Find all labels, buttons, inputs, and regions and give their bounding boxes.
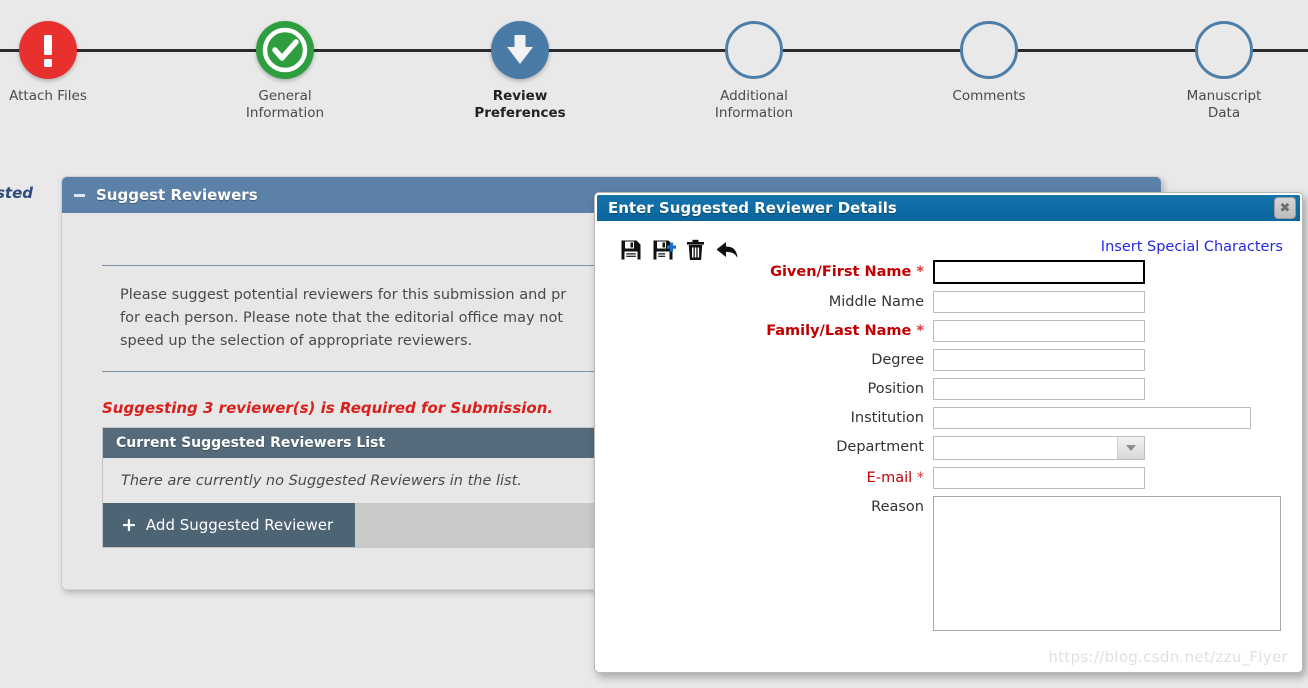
add-suggested-reviewer-label: Add Suggested Reviewer [145, 516, 334, 534]
stepper-step-additional-information[interactable]: Additional Information [674, 0, 834, 121]
minus-icon[interactable] [74, 193, 85, 197]
form-row-department: Department [595, 436, 1302, 460]
form-row-position: Position [595, 378, 1302, 400]
department-select-input[interactable] [934, 437, 1117, 459]
label-given-first-name: Given/First Name * [770, 264, 924, 280]
dialog-title: Enter Suggested Reviewer Details [608, 199, 897, 217]
stepper-label-manuscript-data: Manuscript Data [1186, 88, 1262, 121]
email-input[interactable] [933, 467, 1145, 489]
dialog-titlebar[interactable]: Enter Suggested Reviewer Details ✖ [595, 193, 1302, 223]
truncated-side-label: sted [0, 184, 34, 202]
stepper-step-review-preferences[interactable]: Review Preferences [440, 0, 600, 121]
stepper-label-review-preferences: Review Preferences [474, 88, 566, 121]
enter-suggested-reviewer-details-dialog: Enter Suggested Reviewer Details ✖ Inser… [594, 192, 1303, 673]
form-row-middle-name: Middle Name [595, 291, 1302, 313]
stepper-step-comments[interactable]: Comments [909, 0, 1069, 105]
label-family-last-name: Family/Last Name * [766, 323, 924, 339]
add-suggested-reviewer-button[interactable]: + Add Suggested Reviewer [103, 503, 356, 547]
form-row-given-first-name: Given/First Name * [595, 260, 1302, 284]
middle-name-input[interactable] [933, 291, 1145, 313]
label-email: E-mail * [866, 470, 924, 486]
degree-input[interactable] [933, 349, 1145, 371]
label-position: Position [867, 381, 924, 397]
required-asterisk: * [916, 470, 924, 486]
form-row-email: E-mail * [595, 467, 1302, 489]
form-row-family-last-name: Family/Last Name * [595, 320, 1302, 342]
stepper-label-comments: Comments [952, 88, 1026, 104]
institution-input[interactable] [933, 407, 1251, 429]
insert-special-characters-link[interactable]: Insert Special Characters [1101, 239, 1283, 255]
stepper-label-attach-files: Attach Files [9, 88, 87, 104]
label-department: Department [836, 439, 924, 455]
required-asterisk: * [916, 323, 924, 339]
stepper-step-general-information[interactable]: General Information [205, 0, 365, 121]
arrow-down-circle-icon [491, 21, 549, 79]
empty-circle-icon [1195, 21, 1253, 79]
close-icon[interactable]: ✖ [1274, 197, 1296, 219]
label-middle-name: Middle Name [828, 294, 924, 310]
position-input[interactable] [933, 378, 1145, 400]
watermark-text: https://blog.csdn.net/zzu_Flyer [1048, 648, 1288, 666]
stepper-label-general-information: General Information [245, 88, 325, 121]
stepper-connector-line [0, 49, 1308, 52]
exclamation-circle-icon [19, 21, 77, 79]
given-first-name-input[interactable] [933, 260, 1145, 284]
department-select[interactable] [933, 436, 1145, 460]
empty-circle-icon [725, 21, 783, 79]
progress-stepper: Attach Files General Information Review … [0, 0, 1308, 150]
label-degree: Degree [871, 352, 924, 368]
form-row-reason: Reason [595, 496, 1302, 631]
form-row-institution: Institution [595, 407, 1302, 429]
plus-icon: + [121, 513, 137, 536]
chevron-down-icon[interactable] [1117, 437, 1144, 459]
label-reason: Reason [871, 499, 924, 515]
check-circle-icon [256, 21, 314, 79]
form-row-degree: Degree [595, 349, 1302, 371]
required-asterisk: * [916, 264, 924, 280]
stepper-label-additional-information: Additional Information [714, 88, 794, 121]
family-last-name-input[interactable] [933, 320, 1145, 342]
empty-circle-icon [960, 21, 1018, 79]
label-institution: Institution [850, 410, 924, 426]
stepper-step-attach-files[interactable]: Attach Files [0, 0, 128, 105]
dialog-body: Insert Special Characters Given/First Na… [595, 223, 1302, 672]
panel-title: Suggest Reviewers [96, 186, 258, 204]
reason-textarea[interactable] [933, 496, 1281, 631]
stepper-step-manuscript-data[interactable]: Manuscript Data [1144, 0, 1304, 121]
reviewer-details-form: Given/First Name * Middle Name Family/La… [595, 260, 1302, 638]
